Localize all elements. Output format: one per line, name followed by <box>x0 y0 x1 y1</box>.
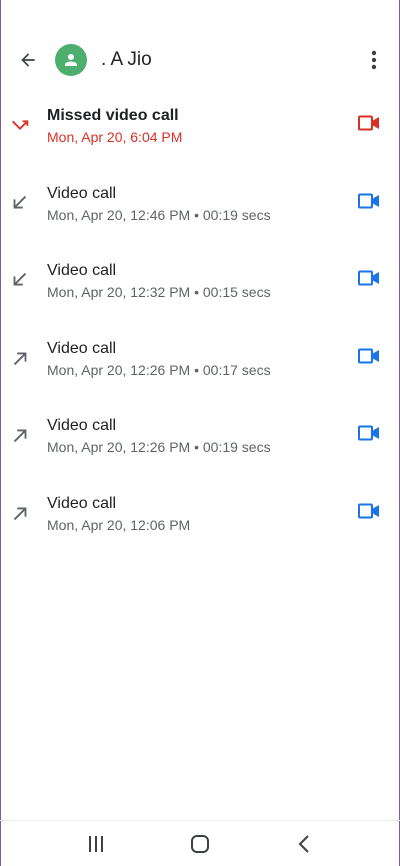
videocam-icon <box>358 193 379 209</box>
call-detail: Mon, Apr 20, 6:04 PM <box>47 129 183 145</box>
call-log-row[interactable]: Video call Mon, Apr 20, 12:06 PM <box>0 484 400 562</box>
call-history-list: Missed video call Mon, Apr 20, 6:04 PM Vid… <box>0 96 400 562</box>
recent-apps-button[interactable] <box>76 829 116 859</box>
arrow-back-icon <box>21 53 35 67</box>
person-icon <box>65 54 77 66</box>
video-call-button[interactable] <box>356 498 382 524</box>
video-call-button[interactable] <box>356 110 382 136</box>
home-icon <box>191 835 209 853</box>
call-title: Missed video call <box>47 107 179 124</box>
call-title: Video call <box>47 417 117 435</box>
call-log-row[interactable]: Missed video call Mon, Apr 20, 6:04 PM <box>0 96 400 174</box>
call-detail: Mon, Apr 20, 12:26 PM • 00:19 secs <box>47 439 271 456</box>
incoming-call-icon <box>8 191 32 215</box>
call-title: Video call <box>47 184 117 202</box>
more-options-button[interactable] <box>362 44 386 76</box>
call-title: Video call <box>47 339 117 357</box>
call-detail: Mon, Apr 20, 12:32 PM • 00:15 secs <box>47 284 271 301</box>
videocam-icon <box>358 425 379 441</box>
avatar[interactable] <box>55 44 87 76</box>
call-log-row[interactable]: Video call Mon, Apr 20, 12:46 PM • 00:19 … <box>0 174 400 252</box>
video-call-button[interactable] <box>356 265 382 291</box>
videocam-icon <box>358 348 379 364</box>
outgoing-call-icon <box>8 346 32 370</box>
call-log-row[interactable]: Video call Mon, Apr 20, 12:26 PM • 00:19 … <box>0 406 400 484</box>
call-title: Video call <box>47 262 117 280</box>
call-detail: Mon, Apr 20, 12:46 PM • 00:19 secs <box>47 206 271 223</box>
outgoing-call-icon <box>8 501 32 525</box>
recent-apps-icon <box>89 836 103 852</box>
call-detail: Mon, Apr 20, 12:26 PM • 00:17 secs <box>47 361 271 378</box>
videocam-icon <box>358 503 379 519</box>
more-vertical-icon <box>371 50 377 70</box>
call-log-row[interactable]: Video call Mon, Apr 20, 12:26 PM • 00:17 … <box>0 329 400 407</box>
video-call-button[interactable] <box>356 343 382 369</box>
call-title: Video call <box>47 494 117 512</box>
call-log-row[interactable]: Video call Mon, Apr 20, 12:32 PM • 00:15 … <box>0 251 400 329</box>
system-nav-bar <box>0 820 400 866</box>
call-detail: Mon, Apr 20, 12:06 PM <box>47 516 191 533</box>
videocam-icon <box>358 270 379 286</box>
videocam-icon <box>358 115 379 131</box>
contact-name: . A Jio <box>101 49 152 70</box>
video-call-button[interactable] <box>356 188 382 214</box>
home-button[interactable] <box>180 829 220 859</box>
back-button[interactable] <box>12 44 44 76</box>
missed-call-icon <box>8 113 32 137</box>
outgoing-call-icon <box>8 423 32 447</box>
nav-back-icon <box>298 835 309 853</box>
video-call-button[interactable] <box>356 420 382 446</box>
nav-back-button[interactable] <box>284 829 324 859</box>
incoming-call-icon <box>8 268 32 292</box>
